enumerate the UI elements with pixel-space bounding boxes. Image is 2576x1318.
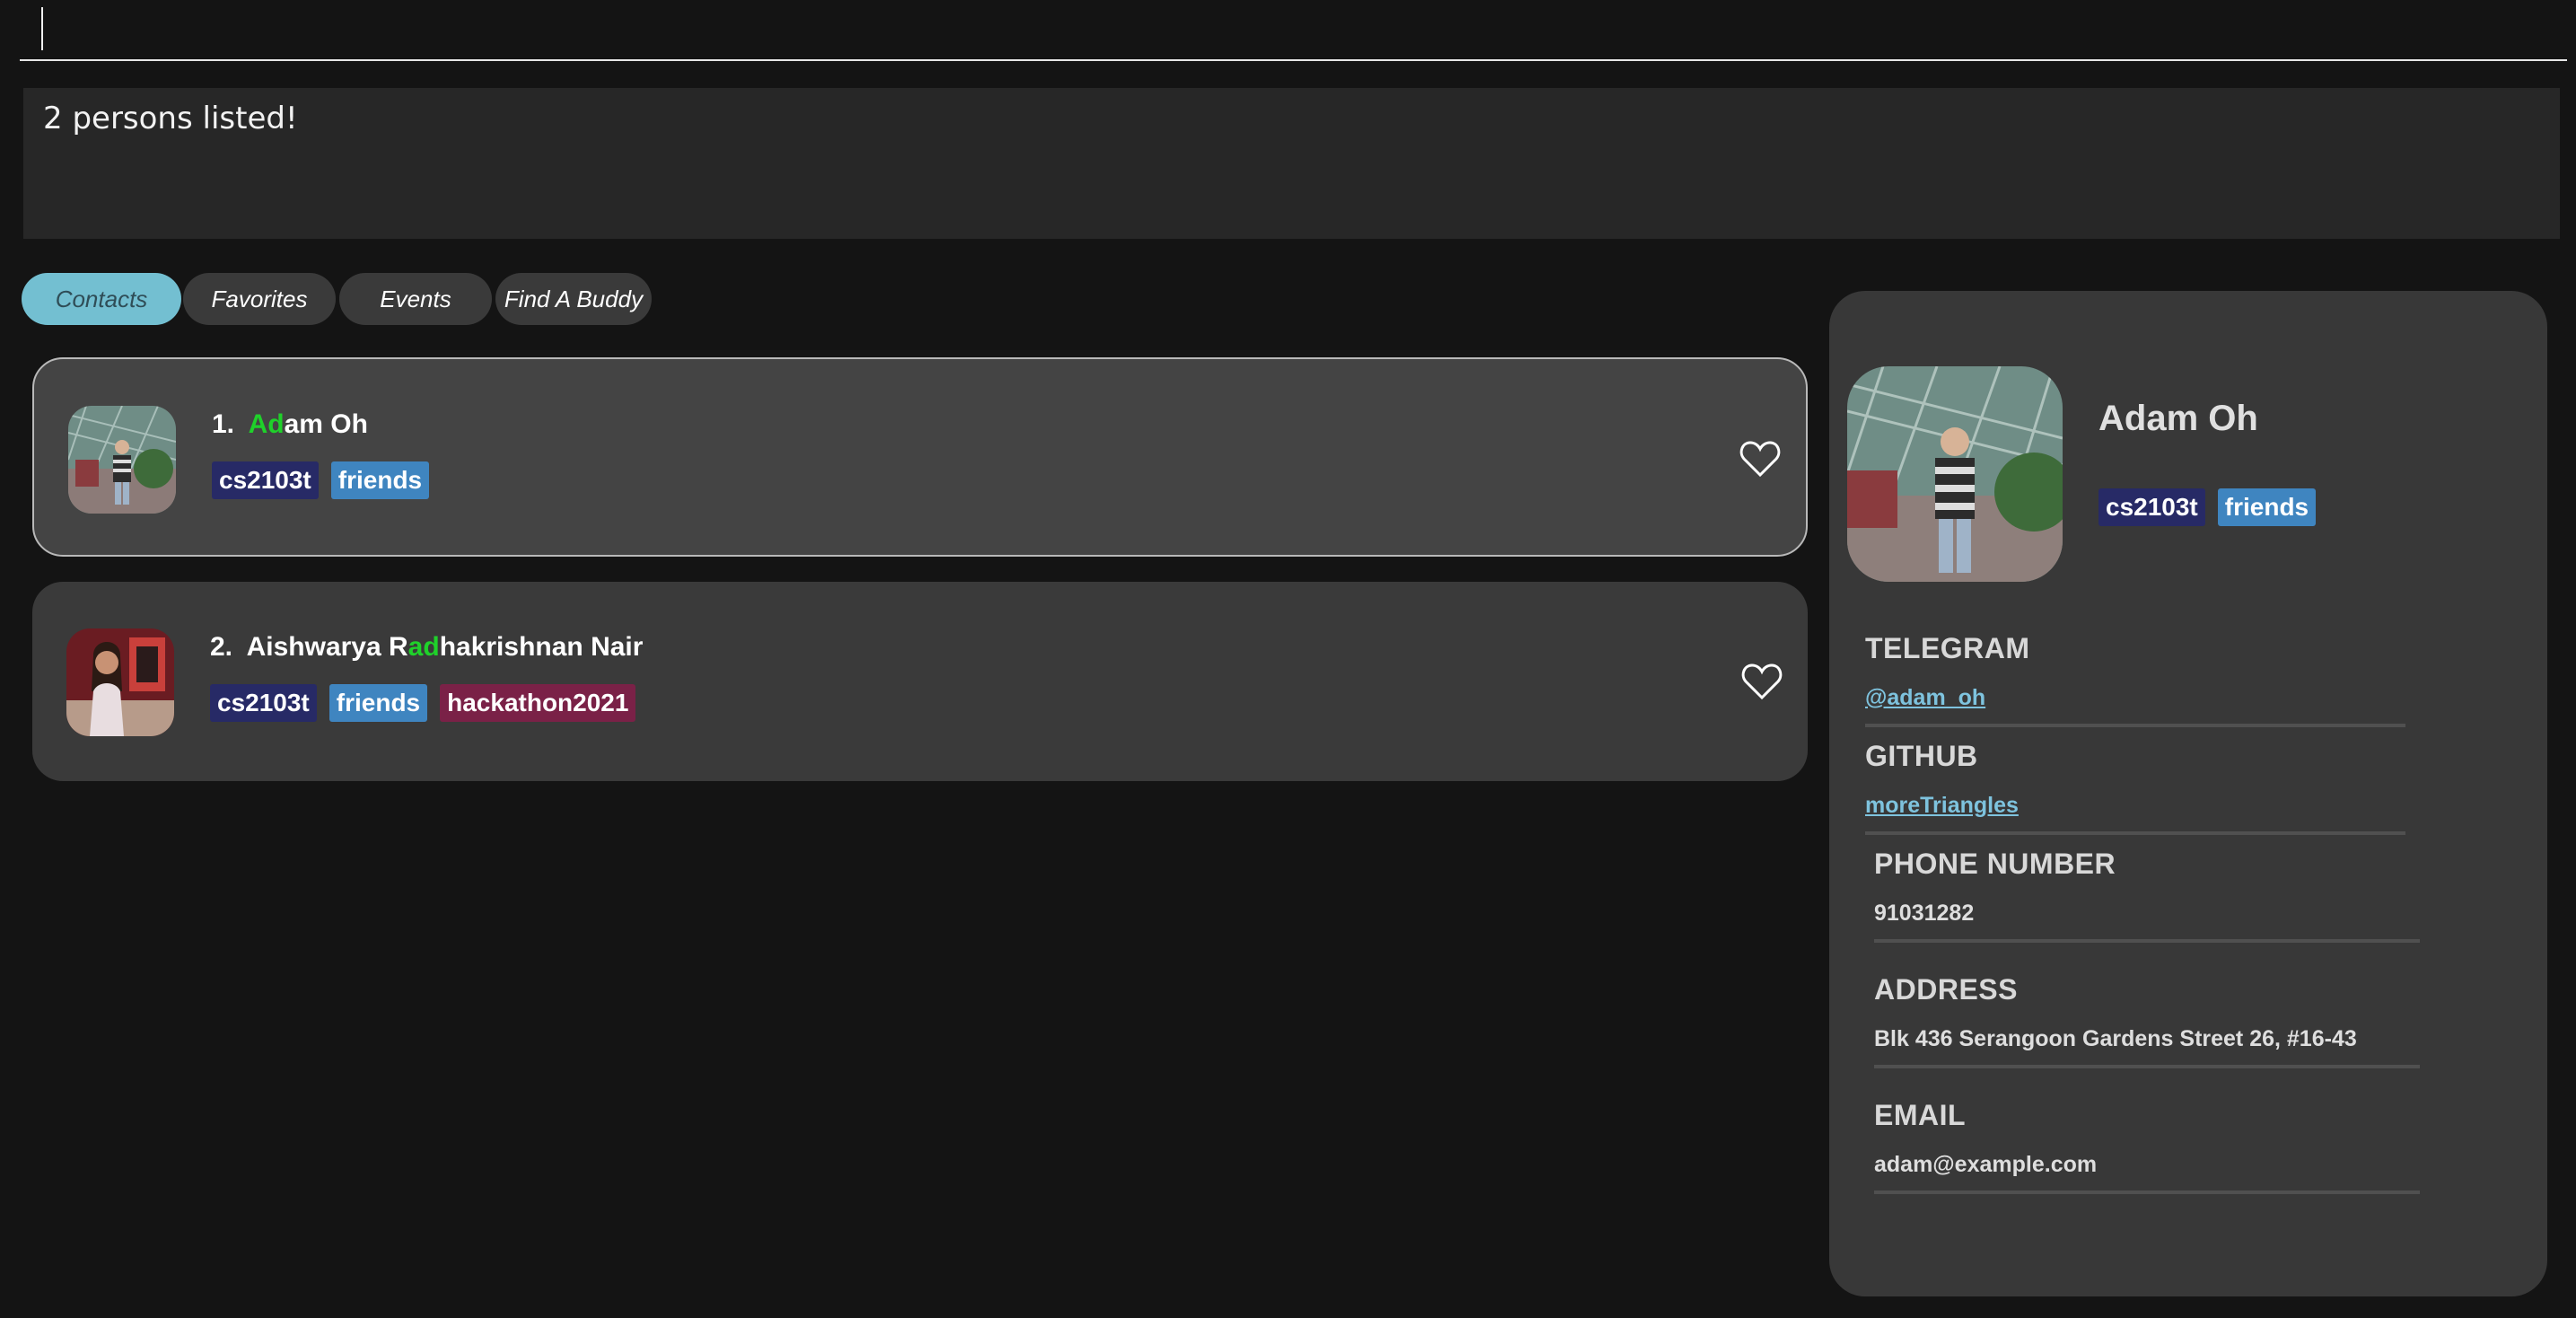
address-field: ADDRESS Blk 436 Serangoon Gardens Street… [1874, 973, 2420, 1068]
tab-find-a-buddy-label: Find A Buddy [504, 285, 644, 312]
tab-favorites-label: Favorites [211, 285, 308, 312]
address-value: Blk 436 Serangoon Gardens Street 26, #16… [1874, 1026, 2357, 1051]
tab-events[interactable]: Events [339, 273, 492, 325]
github-field: GITHUB moreTriangles [1865, 740, 2405, 835]
email-value: adam@example.com [1874, 1152, 2098, 1177]
result-display: 2 persons listed! [23, 88, 2560, 239]
heart-outline-icon[interactable] [1741, 663, 1783, 700]
person-name: 1. Adam Oh [212, 409, 368, 440]
avatar [66, 628, 174, 736]
tab-contacts-label: Contacts [55, 285, 148, 312]
tab-contacts[interactable]: Contacts [22, 273, 181, 325]
tab-favorites[interactable]: Favorites [183, 273, 336, 325]
github-label: GITHUB [1865, 740, 1978, 772]
avatar [68, 406, 176, 514]
heart-outline-icon[interactable] [1739, 440, 1781, 478]
tag-badge: hackathon2021 [440, 684, 636, 722]
person-card[interactable]: 2. Aishwarya Radhakrishnan Nair cs2103t … [32, 582, 1808, 781]
tab-events-label: Events [380, 285, 451, 312]
detail-name: Adam Oh [2098, 399, 2258, 438]
email-label: EMAIL [1874, 1099, 1967, 1131]
tag-badge: friends [2217, 488, 2317, 526]
person-card[interactable]: 1. Adam Oh cs2103t friends [32, 357, 1808, 557]
tag-list: cs2103t friends [212, 461, 430, 499]
detail-tag-list: cs2103t friends [2098, 488, 2317, 526]
person-index: 2. [210, 632, 233, 662]
phone-field: PHONE NUMBER 91031282 [1874, 848, 2420, 943]
person-name-match: Ad [248, 409, 285, 439]
tab-find-a-buddy[interactable]: Find A Buddy [495, 273, 652, 325]
email-field: EMAIL adam@example.com [1874, 1099, 2420, 1194]
tag-badge: friends [330, 461, 430, 499]
text-caret [41, 7, 43, 50]
detail-avatar [1847, 366, 2063, 582]
github-link[interactable]: moreTriangles [1865, 793, 2405, 819]
tag-badge: friends [329, 684, 428, 722]
person-name-match: ad [407, 632, 440, 662]
person-name-prefix: Aishwarya R [246, 632, 408, 662]
address-label: ADDRESS [1874, 973, 2018, 1006]
person-name-suffix: am Oh [284, 409, 368, 439]
telegram-label: TELEGRAM [1865, 632, 2030, 664]
person-name: 2. Aishwarya Radhakrishnan Nair [210, 632, 643, 663]
command-input[interactable] [41, 5, 2540, 52]
result-message: 2 persons listed! [43, 101, 298, 136]
telegram-field: TELEGRAM @adam_oh [1865, 632, 2405, 727]
phone-label: PHONE NUMBER [1874, 848, 2116, 880]
telegram-link[interactable]: @adam_oh [1865, 685, 2405, 711]
tag-badge: cs2103t [2098, 488, 2205, 526]
command-box [20, 0, 2567, 61]
person-name-suffix: hakrishnan Nair [439, 632, 644, 662]
person-index: 1. [212, 409, 235, 439]
tag-badge: cs2103t [212, 461, 319, 499]
tag-badge: cs2103t [210, 684, 317, 722]
tag-list: cs2103t friends hackathon2021 [210, 684, 636, 722]
phone-value: 91031282 [1874, 901, 1975, 926]
person-detail-panel: Adam Oh cs2103t friends TELEGRAM @adam_o… [1829, 291, 2547, 1296]
